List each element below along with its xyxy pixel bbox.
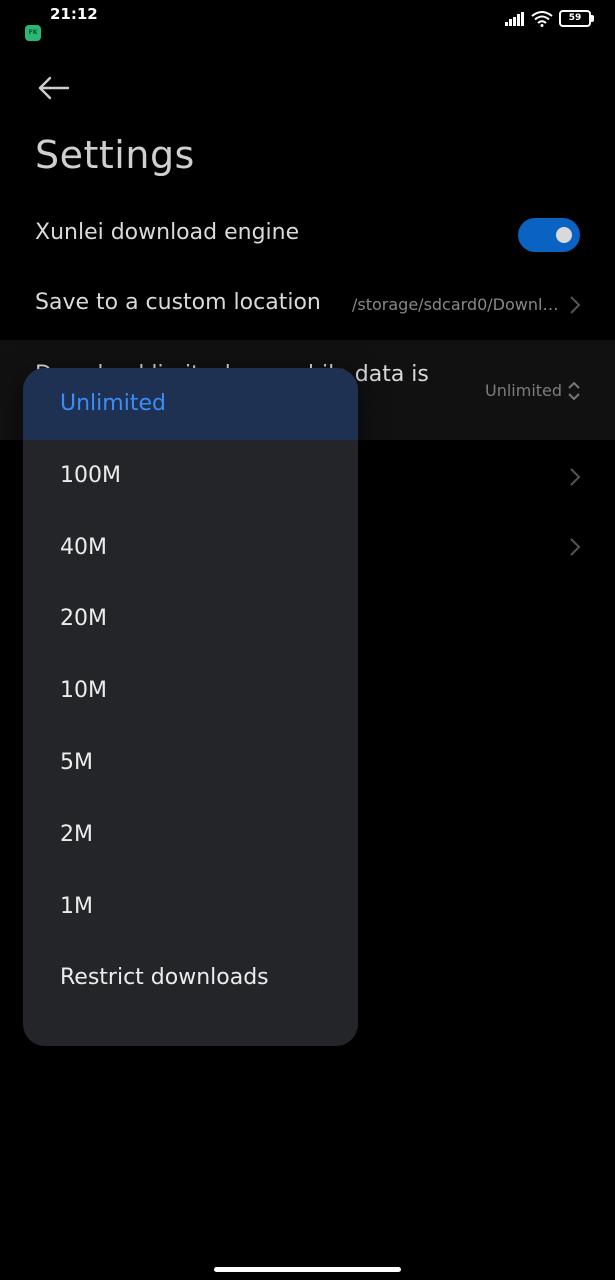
dropdown-option-40m[interactable]: 40M: [23, 512, 358, 584]
wifi-icon: [531, 10, 553, 27]
status-time: 21:12: [50, 5, 98, 23]
dropdown-option-10m[interactable]: 10M: [23, 655, 358, 727]
engine-label: Xunlei download engine: [35, 220, 300, 245]
page-title: Settings: [35, 133, 195, 177]
arrow-left-icon: [38, 76, 70, 100]
limit-dropdown-menu: Unlimited 100M 40M 20M 10M 5M 2M 1M Rest…: [23, 368, 358, 1046]
dropdown-option-2m[interactable]: 2M: [23, 799, 358, 871]
location-value: /storage/sdcard0/Download: [352, 295, 562, 314]
home-indicator[interactable]: [214, 1267, 401, 1272]
battery-icon: 59: [559, 10, 594, 27]
chevron-right-icon: [570, 538, 581, 556]
dropdown-option-unlimited[interactable]: Unlimited: [23, 368, 358, 440]
toggle-knob: [556, 227, 572, 243]
system-icons: 59: [505, 10, 594, 27]
chevron-right-icon: [570, 296, 581, 314]
dropdown-option-5m[interactable]: 5M: [23, 727, 358, 799]
dropdown-option-1m[interactable]: 1M: [23, 871, 358, 943]
engine-toggle[interactable]: [518, 218, 580, 252]
signal-icon: [505, 11, 524, 26]
dropdown-option-100m[interactable]: 100M: [23, 440, 358, 512]
dropdown-option-20m[interactable]: 20M: [23, 583, 358, 655]
app-notification-icon: FK: [25, 25, 41, 41]
dropdown-option-restrict[interactable]: Restrict downloads: [23, 942, 358, 1014]
up-down-chevron-icon: [568, 381, 580, 401]
status-bar: 21:12 FK 59: [0, 0, 615, 50]
mobile-limit-value: Unlimited: [485, 381, 563, 400]
back-button[interactable]: [36, 72, 72, 104]
location-label: Save to a custom location: [35, 290, 321, 315]
chevron-right-icon: [570, 468, 581, 486]
